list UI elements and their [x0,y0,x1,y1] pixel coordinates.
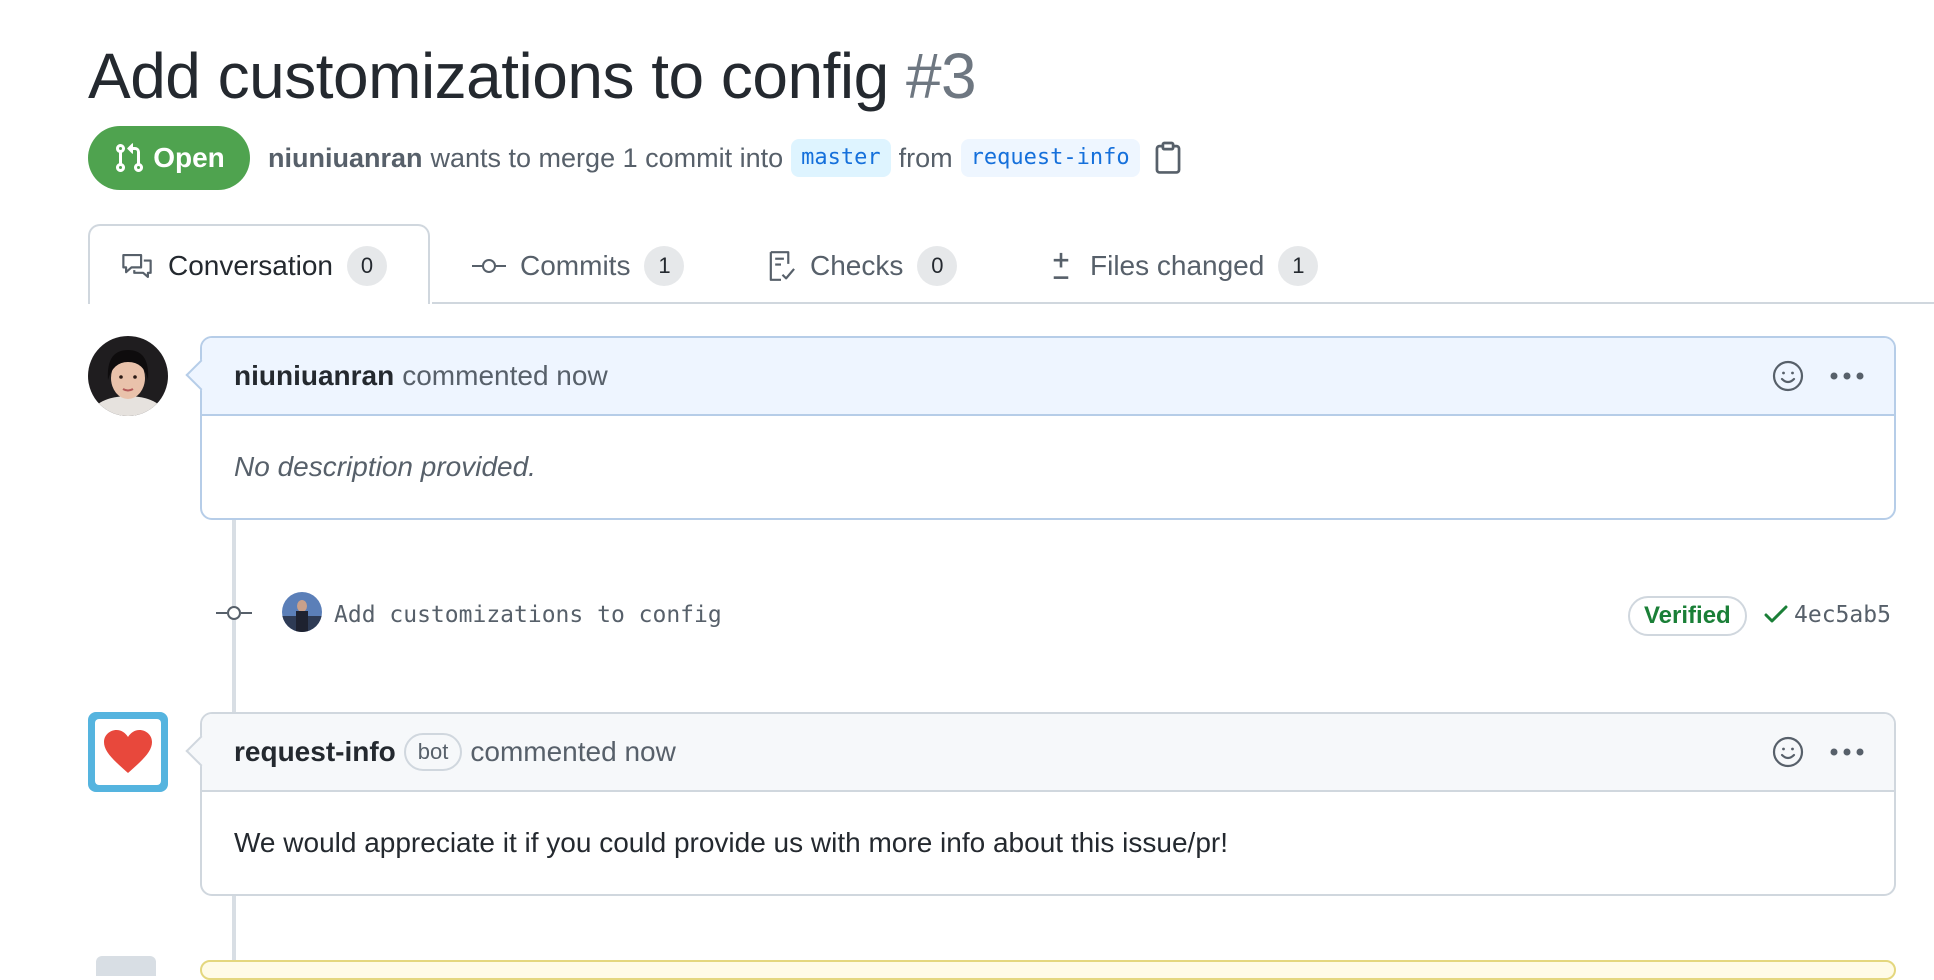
pr-number: #3 [905,40,977,112]
verified-badge[interactable]: Verified [1628,596,1747,636]
tab-checks-label: Checks [810,250,904,281]
tab-commits-count: 1 [644,246,685,286]
comment-header-1: niuniuanran commented now [202,338,1894,416]
tab-checks-count: 0 [917,246,958,286]
git-commit-icon [472,259,506,273]
pr-title-text: Add customizations to config [88,40,889,112]
tab-files-changed[interactable]: Files changed 1 [1046,244,1319,288]
tab-commits[interactable]: Commits 1 [472,244,685,288]
bot-avatar-inner [95,719,161,785]
pr-meta: niuniuanran wants to merge 1 commit into… [268,138,1182,178]
pr-state-label: Open [153,142,225,173]
commit-sha-link[interactable]: 4ec5ab5 [1794,598,1891,632]
tab-conversation[interactable]: Conversation 0 [120,244,387,288]
avatar-image [88,336,168,416]
comment-header-2: request-info bot commented now [202,714,1894,792]
bot-label-badge: bot [403,733,463,771]
tab-files-changed-label: Files changed [1090,250,1265,281]
comment-action-2[interactable]: commented now [470,736,675,768]
base-branch[interactable]: master [791,139,891,177]
from-text: from [898,142,953,173]
smiley-icon[interactable] [1772,360,1804,392]
kebab-horizontal-icon[interactable] [1830,371,1864,381]
kebab-horizontal-icon[interactable] [1830,747,1864,757]
comment-author-1[interactable]: niuniuanran [234,360,394,392]
copy-icon[interactable] [1154,141,1182,175]
comment-author-2[interactable]: request-info [234,736,396,768]
next-item-avatar [96,956,156,976]
merge-text: wants to merge 1 commit into [430,142,784,173]
commit-sha-row: 4ec5ab5 [1764,598,1891,632]
comment-body-2: We would appreciate it if you could prov… [234,827,1228,858]
tab-conversation-count: 0 [346,246,387,286]
commit-avatar-image [282,592,322,632]
avatar-niuniuanran[interactable] [88,336,168,416]
comment-action-1[interactable]: commented now [402,360,607,392]
git-pull-request-icon [116,143,144,173]
comment-box-2: request-info bot commented now We would … [185,712,1896,896]
tab-commits-label: Commits [520,250,631,281]
check-icon [1764,605,1788,623]
comment-body-1: No description provided. [234,451,536,482]
tab-checks[interactable]: Checks 0 [766,244,958,288]
tab-files-changed-count: 1 [1278,246,1319,286]
commit-message-link[interactable]: Add customizations to config [334,598,722,632]
pr-title: Add customizations to config #3 [88,40,977,112]
pr-author-link[interactable]: niuniuanran [268,143,423,174]
smiley-icon[interactable] [1772,736,1804,768]
tab-conversation-label: Conversation [168,250,333,281]
comment-discussion-icon [122,254,152,278]
heart-icon [104,730,152,773]
comment-box-1: niuniuanran commented now No description… [185,336,1896,520]
tabbar-divider [432,302,1934,304]
commit-node-icon [216,606,252,620]
next-timeline-item [200,960,1896,980]
pr-state-badge: Open [88,126,250,190]
avatar-request-info-bot[interactable] [88,712,168,792]
commit-author-avatar[interactable] [282,592,322,632]
checklist-icon [769,251,795,281]
file-diff-icon [1053,252,1069,279]
head-branch[interactable]: request-info [960,139,1140,177]
